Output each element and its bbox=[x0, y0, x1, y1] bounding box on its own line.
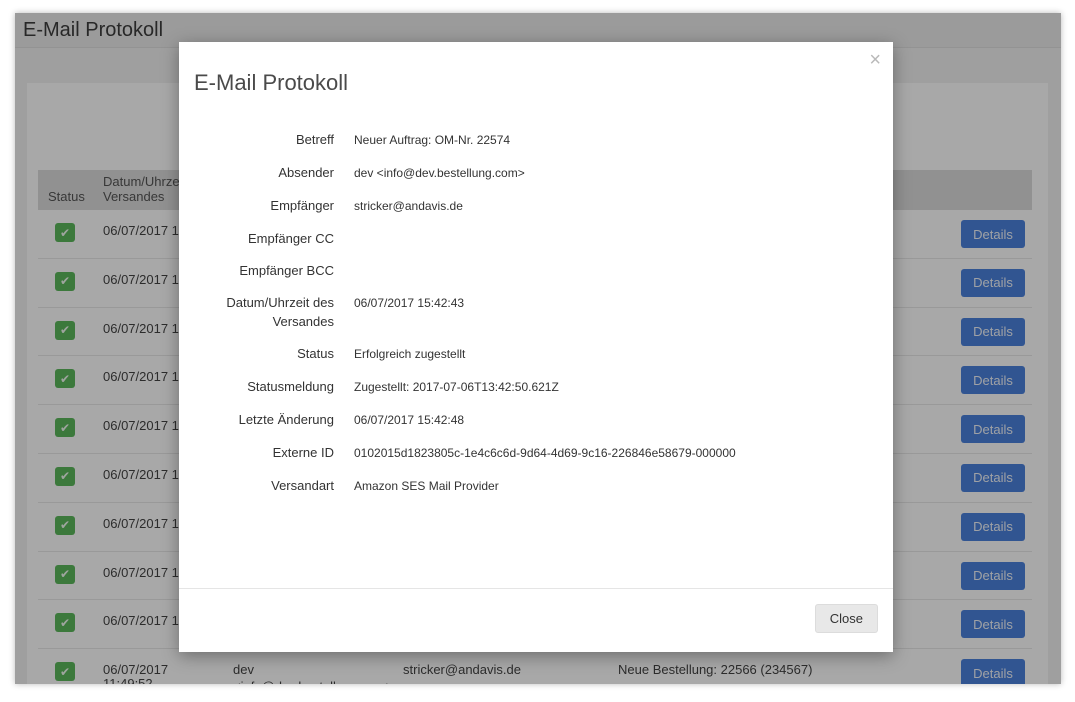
field-label: Versandart bbox=[194, 476, 354, 496]
modal-field-row: Statusmeldung Zugestellt: 2017-07-06T13:… bbox=[194, 377, 878, 397]
email-detail-modal: × E-Mail Protokoll Betreff Neuer Auftrag… bbox=[179, 42, 893, 652]
field-label: Statusmeldung bbox=[194, 377, 354, 397]
field-value: Zugestellt: 2017-07-06T13:42:50.621Z bbox=[354, 377, 878, 397]
modal-field-row: Letzte Änderung 06/07/2017 15:42:48 bbox=[194, 410, 878, 430]
modal-body: Betreff Neuer Auftrag: OM-Nr. 22574 Abse… bbox=[179, 96, 893, 496]
modal-title: E-Mail Protokoll bbox=[179, 42, 893, 96]
field-label: Empfänger bbox=[194, 196, 354, 216]
close-button[interactable]: Close bbox=[815, 604, 878, 633]
modal-field-row: Empfänger BCC bbox=[194, 261, 878, 280]
modal-field-row: Status Erfolgreich zugestellt bbox=[194, 344, 878, 364]
modal-field-row: Absender dev <info@dev.bestellung.com> bbox=[194, 163, 878, 183]
modal-field-row: Empfänger CC bbox=[194, 229, 878, 248]
field-value: stricker@andavis.de bbox=[354, 196, 878, 216]
modal-field-row: Betreff Neuer Auftrag: OM-Nr. 22574 bbox=[194, 130, 878, 150]
field-label: Absender bbox=[194, 163, 354, 183]
modal-field-row: Versandart Amazon SES Mail Provider bbox=[194, 476, 878, 496]
field-label: Empfänger CC bbox=[194, 229, 354, 248]
field-value bbox=[354, 229, 878, 248]
field-label: Empfänger BCC bbox=[194, 261, 354, 280]
field-label: Status bbox=[194, 344, 354, 364]
modal-field-row: Empfänger stricker@andavis.de bbox=[194, 196, 878, 216]
field-value: Amazon SES Mail Provider bbox=[354, 476, 878, 496]
field-value: 0102015d1823805c-1e4c6c6d-9d64-4d69-9c16… bbox=[354, 443, 878, 463]
field-value: Neuer Auftrag: OM-Nr. 22574 bbox=[354, 130, 878, 150]
field-label: Betreff bbox=[194, 130, 354, 150]
modal-field-row: Datum/Uhrzeit des Versandes 06/07/2017 1… bbox=[194, 293, 878, 331]
field-label: Letzte Änderung bbox=[194, 410, 354, 430]
field-value: 06/07/2017 15:42:48 bbox=[354, 410, 878, 430]
field-value bbox=[354, 261, 878, 280]
field-label: Externe ID bbox=[194, 443, 354, 463]
field-value: 06/07/2017 15:42:43 bbox=[354, 293, 878, 331]
field-value: dev <info@dev.bestellung.com> bbox=[354, 163, 878, 183]
close-icon[interactable]: × bbox=[869, 50, 881, 70]
field-label: Datum/Uhrzeit des Versandes bbox=[194, 293, 354, 331]
modal-field-row: Externe ID 0102015d1823805c-1e4c6c6d-9d6… bbox=[194, 443, 878, 463]
modal-footer: Close bbox=[179, 588, 893, 652]
browser-frame: E-Mail Protokoll Status Datum/Uhrzeit de… bbox=[0, 0, 1075, 702]
field-value: Erfolgreich zugestellt bbox=[354, 344, 878, 364]
